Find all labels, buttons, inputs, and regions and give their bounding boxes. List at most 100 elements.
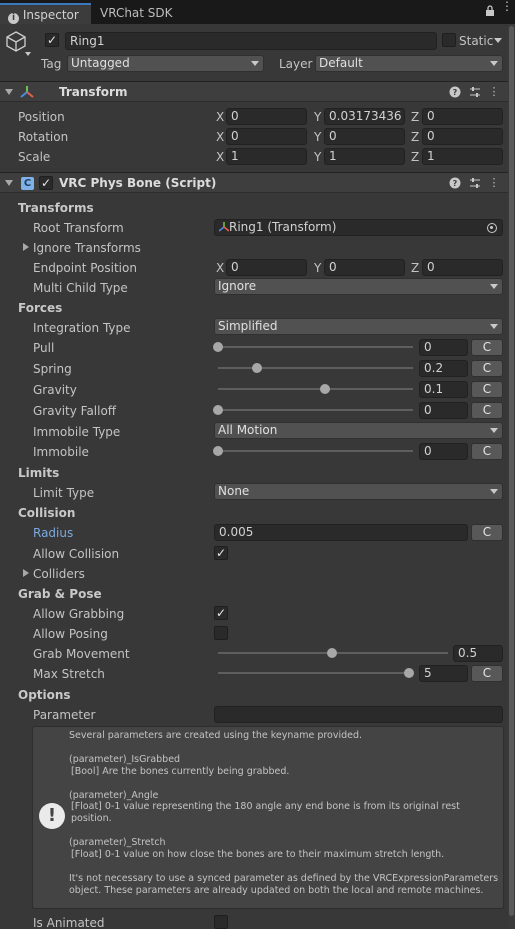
position-y-axis[interactable]: Y <box>314 110 321 124</box>
position-z-axis[interactable]: Z <box>411 110 419 124</box>
rotation-y-field[interactable]: 0 <box>324 128 405 145</box>
ignore-transforms-label[interactable]: Ignore Transforms <box>33 241 141 255</box>
allow-grabbing-checkbox[interactable]: ✓ <box>214 606 228 620</box>
gravity-curve-button[interactable]: C <box>471 381 503 398</box>
radius-curve-button[interactable]: C <box>471 524 503 541</box>
max-stretch-slider-track[interactable] <box>218 672 413 674</box>
checkmark-icon: ✓ <box>215 546 227 560</box>
grab-movement-value-field[interactable]: 0.5 <box>453 645 503 662</box>
is-animated-label: Is Animated <box>33 916 105 929</box>
ignore-transforms-foldout-icon[interactable] <box>23 243 29 251</box>
pull-value-field[interactable]: 0 <box>419 339 468 356</box>
allow-posing-checkbox[interactable] <box>214 626 228 640</box>
physbone-header[interactable]: C ✓ VRC Phys Bone (Script) ? ⋮ <box>0 172 515 193</box>
limit-type-dropdown[interactable]: None <box>214 483 503 500</box>
gravity-falloff-curve-button[interactable]: C <box>471 402 503 419</box>
multi-child-type-dropdown[interactable]: Ignore <box>214 278 503 295</box>
max-stretch-value-field[interactable]: 5 <box>419 665 468 682</box>
tab-inspector[interactable]: i Inspector <box>0 3 91 24</box>
integration-type-dropdown[interactable]: Simplified <box>214 318 503 335</box>
icon-dropdown-caret[interactable] <box>25 52 31 56</box>
help-icon[interactable]: ? <box>449 86 461 98</box>
endpoint-y-axis[interactable]: Y <box>314 261 321 275</box>
gravity-value-field[interactable]: 0.1 <box>419 381 468 398</box>
gravity-falloff-value-field[interactable]: 0 <box>419 402 468 419</box>
immobile-slider-handle[interactable] <box>213 446 223 456</box>
object-picker-icon[interactable] <box>487 223 497 233</box>
scale-y-field[interactable]: 1 <box>324 148 405 165</box>
root-transform-field[interactable]: Ring1 (Transform) <box>214 219 503 236</box>
more-menu-icon[interactable]: ⋮ <box>501 0 513 18</box>
tag-dropdown[interactable]: Untagged <box>67 55 264 72</box>
position-y-field[interactable]: 0.03173436 <box>324 108 405 125</box>
endpoint-x-field[interactable]: 0 <box>226 259 307 276</box>
scale-z-field[interactable]: 1 <box>422 148 503 165</box>
spring-slider-handle[interactable] <box>252 363 262 373</box>
context-menu-icon[interactable]: ⋮ <box>488 177 500 189</box>
pull-curve-button[interactable]: C <box>471 339 503 356</box>
warning-icon: ! <box>39 803 65 829</box>
foldout-arrow-icon[interactable] <box>5 180 13 186</box>
scale-z-axis[interactable]: Z <box>411 150 419 164</box>
static-dropdown-caret[interactable] <box>494 38 502 43</box>
colliders-label[interactable]: Colliders <box>33 567 85 581</box>
spring-slider-track[interactable] <box>218 367 413 369</box>
spring-value-field[interactable]: 0.2 <box>419 360 468 377</box>
rotation-x-axis[interactable]: X <box>216 130 224 144</box>
endpoint-z-field[interactable]: 0 <box>422 259 503 276</box>
spring-curve-button[interactable]: C <box>471 360 503 377</box>
scale-y-axis[interactable]: Y <box>314 150 321 164</box>
endpoint-z-axis[interactable]: Z <box>411 261 419 275</box>
gravity-falloff-slider-track[interactable] <box>218 409 413 411</box>
pull-slider-track[interactable] <box>218 346 413 348</box>
scale-x-axis[interactable]: X <box>216 150 224 164</box>
is-animated-checkbox[interactable] <box>214 915 228 929</box>
object-name-field[interactable]: Ring1 <box>65 32 437 50</box>
endpoint-x-axis[interactable]: X <box>216 261 224 275</box>
presets-icon[interactable] <box>469 177 481 189</box>
foldout-arrow-icon[interactable] <box>5 89 13 95</box>
position-x-axis[interactable]: X <box>216 110 224 124</box>
section-transforms: Transforms <box>18 201 94 215</box>
immobile-value-field[interactable]: 0 <box>419 443 468 460</box>
rotation-z-axis[interactable]: Z <box>411 130 419 144</box>
lock-icon[interactable] <box>485 5 495 17</box>
immobile-type-dropdown[interactable]: All Motion <box>214 422 503 439</box>
layer-label: Layer <box>279 57 313 71</box>
static-checkbox[interactable] <box>442 33 456 47</box>
limit-type-value: None <box>218 484 250 498</box>
immobile-slider-track[interactable] <box>218 450 413 452</box>
colliders-foldout-icon[interactable] <box>23 569 29 577</box>
position-x-field[interactable]: 0 <box>226 108 307 125</box>
layer-dropdown[interactable]: Default <box>315 55 503 72</box>
radius-value-field[interactable]: 0.005 <box>214 524 468 541</box>
scrollbar-thumb[interactable] <box>509 26 514 916</box>
endpoint-y-field[interactable]: 0 <box>324 259 405 276</box>
context-menu-icon[interactable]: ⋮ <box>488 86 500 98</box>
position-z-field[interactable]: 0 <box>422 108 503 125</box>
rotation-y-axis[interactable]: Y <box>314 130 321 144</box>
tab-vrchat-sdk[interactable]: VRChat SDK <box>93 3 173 24</box>
transform-icon <box>218 221 230 232</box>
immobile-curve-button[interactable]: C <box>471 443 503 460</box>
parameter-field[interactable] <box>214 706 503 723</box>
presets-icon[interactable] <box>469 86 481 98</box>
gameobject-icon <box>5 30 27 52</box>
rotation-x-field[interactable]: 0 <box>226 128 307 145</box>
max-stretch-curve-button[interactable]: C <box>471 665 503 682</box>
radius-label[interactable]: Radius <box>33 526 73 540</box>
gravity-slider-handle[interactable] <box>320 384 331 394</box>
physbone-enabled-toggle[interactable]: ✓ <box>39 176 53 190</box>
chevron-down-icon <box>490 324 498 329</box>
scale-x-field[interactable]: 1 <box>226 148 307 165</box>
max-stretch-slider-handle[interactable] <box>404 668 414 678</box>
grab-movement-slider-handle[interactable] <box>327 648 337 658</box>
allow-collision-checkbox[interactable]: ✓ <box>214 546 228 560</box>
transform-header[interactable]: Transform ? ⋮ <box>0 81 515 102</box>
help-icon[interactable]: ? <box>449 177 461 189</box>
gravity-falloff-slider-handle[interactable] <box>213 405 223 415</box>
rotation-z-field[interactable]: 0 <box>422 128 503 145</box>
gravity-slider-track[interactable] <box>218 388 413 390</box>
active-toggle[interactable]: ✓ <box>45 33 59 47</box>
pull-slider-handle[interactable] <box>213 342 223 352</box>
